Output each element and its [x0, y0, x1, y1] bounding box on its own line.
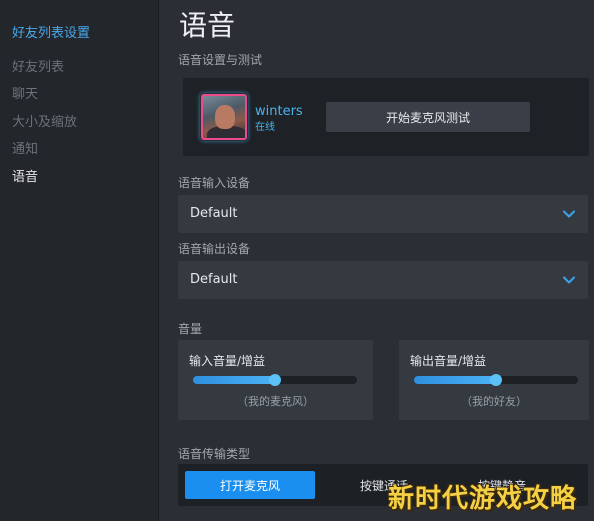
watermark: 新时代游戏攻略: [388, 484, 578, 514]
sidebar-item-size-scaling[interactable]: 大小及缩放: [12, 111, 77, 130]
sidebar-item-chat[interactable]: 聊天: [12, 83, 38, 102]
input-volume-label: 输入音量/增益: [189, 354, 266, 368]
avatar-face: [215, 105, 235, 129]
output-device-value: Default: [190, 272, 238, 287]
output-volume-knob[interactable]: [490, 374, 502, 386]
output-volume-slider[interactable]: [414, 374, 578, 386]
sidebar-item-friends-list[interactable]: 好友列表: [12, 56, 64, 75]
output-volume-fill: [414, 376, 496, 384]
input-volume-knob[interactable]: [269, 374, 281, 386]
open-mic-option[interactable]: 打开麦克风: [185, 471, 315, 499]
input-volume-panel: 输入音量/增益 （我的麦克风）: [178, 340, 373, 420]
input-volume-slider[interactable]: [193, 374, 357, 386]
chevron-down-icon: [563, 276, 575, 284]
input-volume-sub: （我的麦克风）: [237, 395, 314, 408]
input-device-select[interactable]: Default: [178, 195, 588, 233]
input-volume-fill: [193, 376, 275, 384]
output-volume-label: 输出音量/增益: [410, 354, 487, 368]
main-panel: 语音 语音设置与测试 winters 在线 开始麦克风测试 语音输入设备 Def…: [159, 0, 594, 521]
output-device-label: 语音输出设备: [178, 242, 251, 256]
sidebar-item-voice[interactable]: 语音: [12, 166, 38, 185]
avatar: [201, 94, 247, 140]
input-device-value: Default: [190, 206, 238, 221]
sidebar-heading: 好友列表设置: [12, 26, 91, 41]
user-status: 在线: [255, 122, 275, 133]
chevron-down-icon: [563, 210, 575, 218]
sidebar: 好友列表设置 好友列表 聊天 大小及缩放 通知 语音: [0, 0, 158, 521]
input-device-label: 语音输入设备: [178, 176, 251, 190]
username: winters: [255, 104, 303, 119]
sidebar-item-notifications[interactable]: 通知: [12, 138, 38, 157]
voice-test-panel: winters 在线 开始麦克风测试: [183, 78, 589, 156]
output-volume-sub: （我的好友）: [461, 395, 527, 408]
transmission-label: 语音传输类型: [178, 447, 251, 461]
page-title: 语音: [179, 9, 236, 42]
start-mic-test-button[interactable]: 开始麦克风测试: [326, 102, 530, 132]
output-volume-panel: 输出音量/增益 （我的好友）: [399, 340, 589, 420]
volume-label: 音量: [178, 322, 203, 336]
output-device-select[interactable]: Default: [178, 261, 588, 299]
test-section-label: 语音设置与测试: [178, 53, 263, 67]
